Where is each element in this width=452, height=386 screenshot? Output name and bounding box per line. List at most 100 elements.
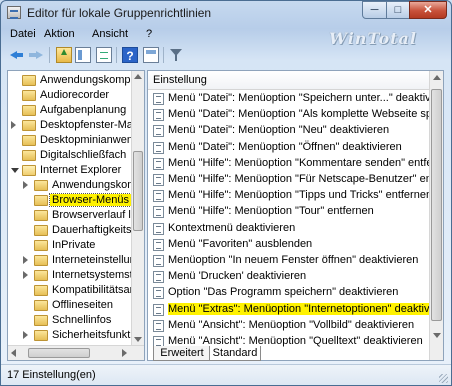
minimize-button[interactable]: ─: [362, 1, 387, 19]
folder-icon: [34, 300, 48, 311]
policy-setting-icon: [153, 109, 164, 122]
folder-icon: [34, 255, 48, 266]
window-title: Editor für lokale Gruppenrichtlinien: [27, 6, 212, 20]
show-tree-icon[interactable]: [75, 47, 91, 63]
tree-item-label: Sicherheitsfunktic: [52, 329, 139, 341]
setting-label: Menü "Extras": Menüoption "Internetoptio…: [168, 302, 430, 315]
menu-aktion[interactable]: Aktion: [44, 28, 75, 40]
tree-item-label: Desktopminianwend: [40, 134, 140, 146]
policy-setting-icon: [153, 125, 164, 138]
scroll-down-icon[interactable]: [433, 333, 441, 338]
folder-icon: [22, 120, 36, 131]
status-text: 17 Einstellung(en): [7, 369, 96, 381]
forward-arrow-icon[interactable]: [28, 47, 44, 63]
close-button[interactable]: ✕: [409, 1, 447, 19]
collapsed-arrow-icon[interactable]: [23, 181, 28, 189]
setting-label: Menü "Ansicht": Menüoption "Vollbild" de…: [168, 318, 415, 331]
expanded-arrow-icon[interactable]: [11, 168, 19, 177]
policy-setting-icon: [153, 303, 164, 316]
menu-ansicht[interactable]: Ansicht: [92, 28, 128, 40]
tree-item-label: Digitalschließfach: [40, 149, 127, 161]
setting-row[interactable]: Menüoption "In neuem Fenster öffnen" dea…: [148, 253, 430, 269]
policy-setting-icon: [153, 319, 164, 332]
setting-row[interactable]: Menü "Hilfe": Menüoption "Tour" entferne…: [148, 204, 430, 220]
back-arrow-icon[interactable]: [9, 47, 25, 63]
scroll-down-icon[interactable]: [134, 337, 142, 342]
filter-icon[interactable]: [169, 47, 185, 63]
policy-setting-icon: [153, 93, 164, 105]
folder-icon: [34, 315, 48, 326]
setting-label: Menü "Favoriten" ausblenden: [168, 237, 313, 250]
settings-vertical-scrollbar[interactable]: [429, 71, 443, 360]
navigation-tree[interactable]: Anwendungskompat Audiorecorder Aufgabenpla…: [7, 70, 145, 361]
tab-standard[interactable]: Standard: [209, 346, 261, 361]
setting-row[interactable]: Menü "Hilfe": Menüoption "Tipps und Tric…: [148, 188, 430, 204]
setting-row[interactable]: Menü 'Drucken' deaktivieren: [148, 269, 430, 285]
toolbar-separator: [163, 47, 164, 63]
tree-item-label: Kompatibilitätsar: [52, 284, 134, 296]
folder-icon: [34, 210, 48, 221]
collapsed-arrow-icon[interactable]: [23, 256, 28, 264]
settings-scroll-thumb[interactable]: [431, 89, 442, 321]
policy-setting-icon: [153, 238, 164, 251]
setting-row[interactable]: Kontextmenü deaktivieren: [148, 221, 430, 237]
folder-icon: [22, 75, 36, 86]
policy-setting-icon: [153, 174, 164, 186]
scroll-up-icon[interactable]: [433, 75, 441, 80]
setting-row[interactable]: Menü "Datei": Menüoption "Neu" deaktivie…: [148, 123, 430, 139]
tree-scroll-thumb[interactable]: [133, 151, 143, 231]
setting-row[interactable]: Menü "Datei": Menüoption "Speichern unte…: [148, 91, 430, 107]
setting-label: Menü "Datei": Menüoption "Neu" deaktivie…: [168, 124, 390, 137]
maximize-button[interactable]: □: [386, 1, 410, 19]
tree-horizontal-scrollbar[interactable]: [8, 345, 144, 360]
scroll-right-icon[interactable]: [122, 349, 127, 357]
menu-datei[interactable]: Datei: [10, 28, 36, 40]
folder-icon: [22, 135, 36, 146]
app-window: Editor für lokale Gruppenrichtlinien ─ □…: [0, 0, 452, 386]
setting-label: Menü "Hilfe": Menüoption "Für Netscape-B…: [168, 173, 430, 185]
scroll-up-icon[interactable]: [134, 74, 142, 79]
setting-label: Menü "Datei": Menüoption "Öffnen" deakti…: [168, 140, 402, 153]
view-icon[interactable]: [143, 47, 159, 63]
tab-erweitert[interactable]: Erweitert: [153, 346, 211, 361]
folder-icon: [34, 180, 48, 191]
tree-item-label: Offlineseiten: [52, 299, 113, 311]
resize-grip-icon[interactable]: [439, 374, 448, 383]
setting-label: Option "Das Programm speichern" deaktivi…: [168, 286, 399, 299]
scroll-left-icon[interactable]: [11, 349, 16, 357]
setting-row[interactable]: Menü "Extras": Menüoption "Internetoptio…: [148, 302, 430, 318]
policy-setting-icon: [153, 271, 164, 284]
menu-help[interactable]: ?: [146, 28, 152, 40]
tree-item-label: Anwendungskompat: [40, 74, 140, 86]
setting-row[interactable]: Menü "Datei": Menüoption "Öffnen" deakti…: [148, 140, 430, 156]
title-bar[interactable]: Editor für lokale Gruppenrichtlinien ─ □…: [1, 1, 451, 25]
up-folder-icon[interactable]: [56, 47, 72, 63]
setting-row[interactable]: Menü "Favoriten" ausblenden: [148, 237, 430, 253]
folder-icon: [22, 105, 36, 116]
setting-row[interactable]: Menü "Ansicht": Menüoption "Vollbild" de…: [148, 318, 430, 334]
setting-row[interactable]: Menü "Hilfe": Menüoption "Kommentare sen…: [148, 156, 430, 172]
column-header-einstellung[interactable]: Einstellung: [148, 71, 430, 90]
help-icon[interactable]: ?: [122, 47, 138, 63]
setting-label: Menü "Hilfe": Menüoption "Kommentare sen…: [168, 156, 430, 169]
settings-list[interactable]: Einstellung Menü "Datei": Menüoption "Sp…: [147, 70, 444, 361]
setting-label: Menü "Datei": Menüoption "Speichern unte…: [168, 92, 430, 104]
setting-row[interactable]: Menü "Hilfe": Menüoption "Für Netscape-B…: [148, 172, 430, 188]
policy-setting-icon: [153, 222, 164, 235]
view-tabs: Erweitert Standard: [147, 346, 444, 362]
folder-icon: [34, 240, 48, 251]
tree-vertical-scrollbar[interactable]: [131, 71, 144, 345]
setting-row[interactable]: Option "Das Programm speichern" deaktivi…: [148, 285, 430, 301]
status-bar: 17 Einstellung(en): [1, 364, 451, 385]
export-list-icon[interactable]: [96, 47, 112, 63]
collapsed-arrow-icon[interactable]: [23, 271, 28, 279]
folder-icon: [34, 330, 48, 341]
setting-label: Menü "Hilfe": Menüoption "Tour" entferne…: [168, 205, 374, 218]
toolbar-separator: [49, 47, 50, 63]
collapsed-arrow-icon[interactable]: [23, 331, 28, 339]
tree-hscroll-thumb[interactable]: [28, 348, 90, 358]
policy-setting-icon: [153, 255, 164, 267]
setting-row[interactable]: Menü "Datei": Menüoption "Als komplette …: [148, 107, 430, 123]
collapsed-arrow-icon[interactable]: [11, 121, 16, 129]
tree-item-label: Internetsystemste: [52, 269, 139, 281]
